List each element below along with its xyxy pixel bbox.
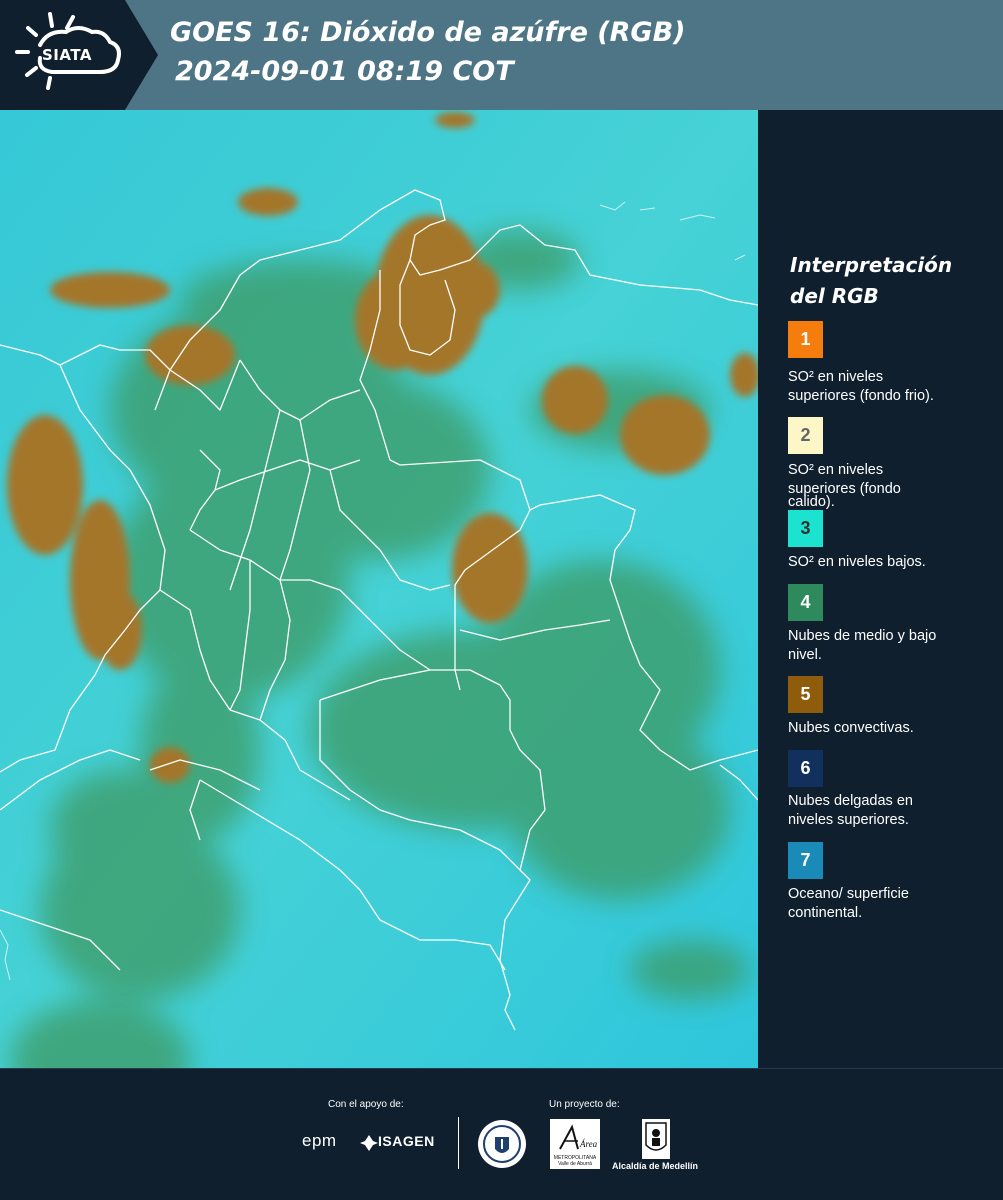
legend-label-1: SO² en niveles superiores (fondo frio).: [788, 368, 998, 406]
timestamp: 2024-09-01 08:19 COT: [175, 56, 514, 87]
legend-label-7: Oceano/ superficie continental.: [788, 885, 998, 923]
legend-number-4: 4: [800, 592, 811, 612]
alcaldia-emblem-icon: [642, 1119, 670, 1159]
legend-title-line1: Interpretación: [790, 253, 953, 277]
legend-label-6-line1: Nubes delgadas en: [788, 793, 913, 809]
legend-number-3: 3: [800, 518, 811, 538]
legend-label-3: SO² en niveles bajos.: [788, 553, 998, 572]
legend-swatch-1: 1: [788, 321, 823, 358]
amva-subtitle: METROPOLITANA Valle de Aburrá: [553, 1155, 597, 1167]
legend-label-1-line1: SO² en niveles: [788, 369, 884, 385]
legend-number-1: 1: [800, 329, 811, 349]
footer-divider: [458, 1117, 459, 1169]
alcaldia-logo-text: Alcaldía de Medellín: [612, 1161, 699, 1171]
legend-label-2: SO² en niveles superiores (fondo calido)…: [788, 461, 998, 512]
footer: Con el apoyo de: Un proyecto de: epm ISA…: [0, 1068, 1003, 1200]
amva-brand-text: Área: [579, 1139, 598, 1149]
legend-title-line2: del RGB: [790, 284, 879, 308]
university-seal-icon: [478, 1120, 526, 1168]
isagen-logo: ISAGEN: [378, 1133, 435, 1149]
legend-title: Interpretación del RGB: [790, 250, 990, 312]
legend-label-4-line2: nivel.: [788, 647, 822, 663]
siata-logo: SIATA: [0, 0, 160, 110]
legend-number-5: 5: [800, 684, 811, 704]
legend-swatch-3: 3: [788, 510, 823, 547]
isagen-mark-icon: [360, 1135, 378, 1151]
legend-label-4-line1: Nubes de medio y bajo: [788, 628, 937, 644]
support-caption: Con el apoyo de:: [328, 1099, 404, 1110]
legend-label-5-line1: Nubes convectivas.: [788, 720, 914, 736]
legend-number-6: 6: [800, 758, 811, 778]
epm-logo: epm: [302, 1131, 337, 1150]
legend-label-7-line1: Oceano/ superficie: [788, 886, 909, 902]
legend-label-6: Nubes delgadas en niveles superiores.: [788, 792, 998, 830]
legend-swatch-6: 6: [788, 750, 823, 787]
legend-label-3-line1: SO² en niveles bajos.: [788, 554, 926, 570]
legend-label-2-line1: SO² en niveles: [788, 462, 884, 478]
legend-label-7-line2: continental.: [788, 905, 863, 921]
satellite-map: [0, 110, 758, 1068]
satellite-image: [0, 110, 758, 1068]
legend-number-7: 7: [800, 850, 811, 870]
legend-swatch-2: 2: [788, 417, 823, 454]
header-bar: SIATA GOES 16: Dióxido de azúfre (RGB) 2…: [0, 0, 1003, 110]
page-title: GOES 16: Dióxido de azúfre (RGB): [170, 17, 686, 48]
legend-swatch-4: 4: [788, 584, 823, 621]
legend-label-6-line2: niveles superiores.: [788, 812, 909, 828]
legend-label-4: Nubes de medio y bajo nivel.: [788, 627, 998, 665]
logo-text: SIATA: [42, 46, 93, 64]
legend-swatch-7: 7: [788, 842, 823, 879]
legend-label-1-line2: superiores (fondo frio).: [788, 388, 934, 404]
legend-swatch-5: 5: [788, 676, 823, 713]
legend-number-2: 2: [800, 425, 811, 445]
legend-panel: Interpretación del RGB 1 SO² en niveles …: [760, 110, 1003, 1068]
project-caption: Un proyecto de:: [549, 1099, 620, 1110]
legend-label-5: Nubes convectivas.: [788, 719, 998, 738]
